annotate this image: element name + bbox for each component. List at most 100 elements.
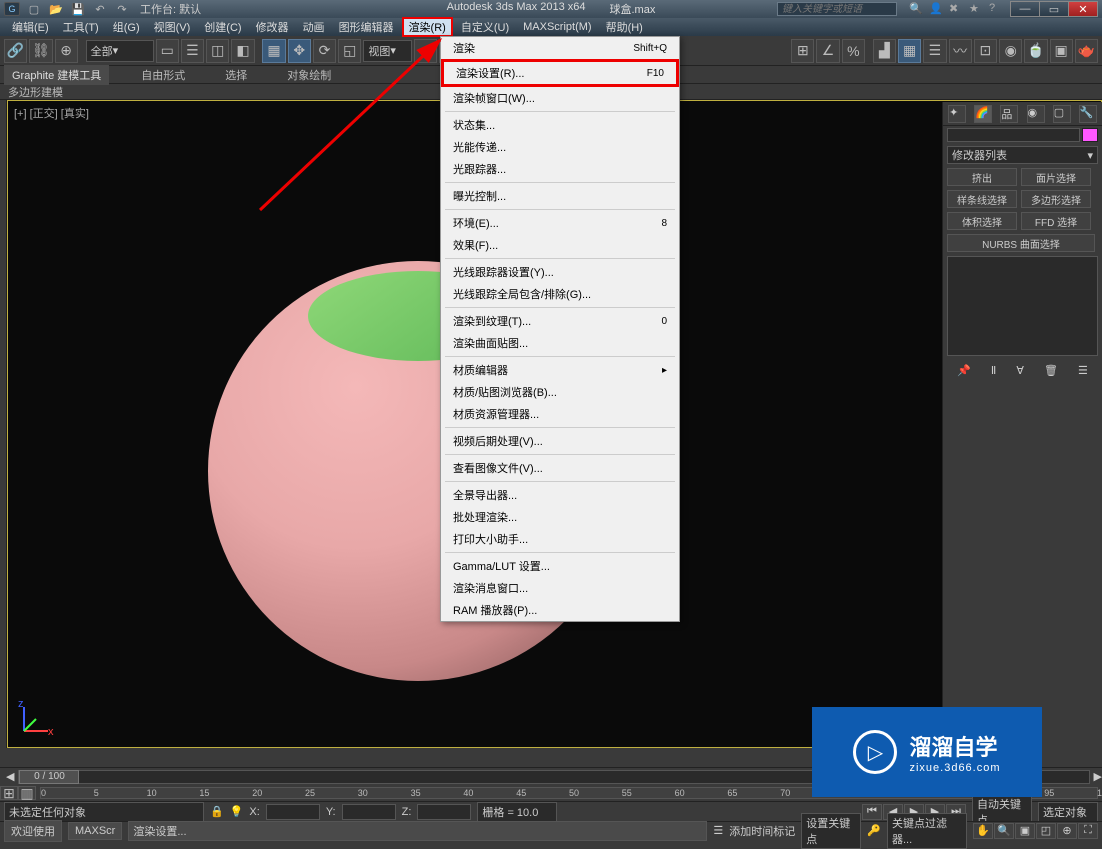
trackbar-toggle-icon[interactable]: ⊞ [0,786,18,800]
menu-item-2[interactable]: 组(G) [107,18,146,36]
coord-y-input[interactable] [342,804,396,820]
menu-item-0[interactable]: 编辑(E) [6,18,55,36]
scale-icon[interactable]: ◱ [338,39,361,63]
qat-new-icon[interactable]: ▢ [24,2,44,16]
rotate-icon[interactable]: ⟳ [313,39,336,63]
menu-item-11[interactable]: 帮助(H) [600,18,649,36]
dropdown-item-22[interactable]: 渲染消息窗口... [441,577,679,599]
keyfilter-button[interactable]: 关键点过滤器... [887,813,967,849]
percent-snap-icon[interactable]: % [842,39,865,63]
lock-icon[interactable]: 🔒 [210,805,224,818]
unique-icon[interactable]: ∀ [1016,364,1024,377]
dropdown-item-18[interactable]: 全景导出器... [441,484,679,506]
goto-start-icon[interactable]: ⏮ [862,804,882,820]
select-object-icon[interactable]: ▦ [262,39,285,63]
dropdown-item-5[interactable]: 光跟踪器... [441,158,679,180]
selection-filter-combo[interactable]: 全部 ▾ [86,40,154,62]
menu-item-1[interactable]: 工具(T) [57,18,105,36]
dropdown-item-6[interactable]: 曝光控制... [441,185,679,207]
listener-tab-welcome[interactable]: 欢迎使用 [4,820,62,842]
select-name-icon[interactable]: ☰ [181,39,204,63]
object-color-swatch[interactable] [1082,128,1098,142]
angle-snap-icon[interactable]: ∠ [816,39,839,63]
search-input[interactable] [777,2,897,16]
qat-save-icon[interactable]: 💾 [68,2,88,16]
dropdown-item-1[interactable]: 渲染设置(R)...F10 [441,59,679,87]
nav-zoomext-icon[interactable]: ▣ [1015,823,1035,839]
dropdown-item-14[interactable]: 材质/贴图浏览器(B)... [441,381,679,403]
modifier-btn-1[interactable]: 面片选择 [1021,168,1091,186]
curve-editor-icon[interactable]: 〰 [949,39,972,63]
dropdown-item-0[interactable]: 渲染Shift+Q [441,37,679,59]
menu-item-7[interactable]: 图形编辑器 [333,18,400,36]
schematic-icon[interactable]: ⊡ [974,39,997,63]
coord-x-input[interactable] [266,804,320,820]
motion-tab-icon[interactable]: ◉ [1027,105,1045,123]
help-icon[interactable]: ? [989,2,1003,16]
trackbar-filter-icon[interactable]: ▥ [18,786,36,800]
exchange-icon[interactable]: ✖ [949,2,963,16]
maximize-button[interactable]: ▭ [1039,1,1069,17]
menu-item-6[interactable]: 动画 [297,18,331,36]
unlink-icon[interactable]: ⛓ [29,39,52,63]
modifier-list-combo[interactable]: 修改器列表▾ [947,146,1098,164]
dropdown-item-20[interactable]: 打印大小助手... [441,528,679,550]
hierarchy-tab-icon[interactable]: 品 [1000,105,1018,123]
workspace-label[interactable]: 工作台: 默认 [140,1,201,17]
dropdown-item-4[interactable]: 光能传递... [441,136,679,158]
select-icon[interactable]: ▭ [156,39,179,63]
nav-orbit-icon[interactable]: ⊕ [1057,823,1077,839]
dropdown-item-7[interactable]: 环境(E)...8 [441,212,679,234]
setkey-button[interactable]: 设置关键点 [801,813,861,849]
coord-z-input[interactable] [417,804,471,820]
timeline-next-icon[interactable]: ▶ [1094,770,1102,783]
nav-maximize-icon[interactable]: ⛶ [1078,823,1098,839]
dropdown-item-23[interactable]: RAM 播放器(P)... [441,599,679,621]
app-icon[interactable]: G [4,2,20,16]
favorite-icon[interactable]: ★ [969,2,983,16]
pivot-icon[interactable]: ◈ [414,39,437,63]
menu-item-5[interactable]: 修改器 [250,18,295,36]
macro-rec-icon[interactable]: ☰ [713,824,723,837]
modifier-btn-5[interactable]: FFD 选择 [1021,212,1091,230]
show-end-icon[interactable]: Ⅱ [991,364,996,377]
minimize-button[interactable]: — [1010,1,1040,17]
menu-item-4[interactable]: 创建(C) [198,18,247,36]
nav-zoom-icon[interactable]: 🔍 [994,823,1014,839]
select-link-icon[interactable]: 🔗 [4,39,27,63]
utilities-tab-icon[interactable]: 🔧 [1079,105,1097,123]
listener-tab-maxscript[interactable]: MAXScr [68,822,122,840]
bind-icon[interactable]: ⊕ [55,39,78,63]
qat-undo-icon[interactable]: ↶ [90,2,110,16]
create-tab-icon[interactable]: ✦ [948,105,966,123]
menu-item-10[interactable]: MAXScript(M) [517,20,597,34]
dropdown-item-12[interactable]: 渲染曲面贴图... [441,332,679,354]
timeline-prev-icon[interactable]: ◀ [6,770,14,783]
modifier-btn-0[interactable]: 挤出 [947,168,1017,186]
menu-item-8[interactable]: 渲染(R) [402,17,453,37]
close-button[interactable]: ✕ [1068,1,1098,17]
material-editor-icon[interactable]: ◉ [999,39,1022,63]
nurbs-button[interactable]: NURBS 曲面选择 [947,234,1095,252]
ref-coord-combo[interactable]: 视图 ▾ [363,40,412,62]
signin-icon[interactable]: 👤 [929,2,943,16]
render-setup-icon[interactable]: 🍵 [1024,39,1047,63]
dropdown-item-8[interactable]: 效果(F)... [441,234,679,256]
object-name-field[interactable] [947,128,1080,142]
dropdown-item-2[interactable]: 渲染帧窗口(W)... [441,87,679,109]
window-crossing-icon[interactable]: ◧ [231,39,254,63]
display-tab-icon[interactable]: ▢ [1053,105,1071,123]
time-slider-thumb[interactable]: 0 / 100 [19,770,79,784]
modifier-btn-2[interactable]: 样条线选择 [947,190,1017,208]
align-icon[interactable]: ▦ [898,39,921,63]
remove-icon[interactable]: 🗑 [1044,364,1058,377]
nav-pan-icon[interactable]: ✋ [973,823,993,839]
dropdown-item-15[interactable]: 材质资源管理器... [441,403,679,425]
nav-fov-icon[interactable]: ◰ [1036,823,1056,839]
viewport-label[interactable]: [+] [正交] [真实] [14,105,89,121]
dropdown-item-9[interactable]: 光线跟踪器设置(Y)... [441,261,679,283]
move-icon[interactable]: ✥ [288,39,311,63]
ribbon-tab-freeform[interactable]: 自由形式 [133,65,193,85]
dropdown-item-11[interactable]: 渲染到纹理(T)...0 [441,310,679,332]
ribbon-tab-selection[interactable]: 选择 [217,65,255,85]
